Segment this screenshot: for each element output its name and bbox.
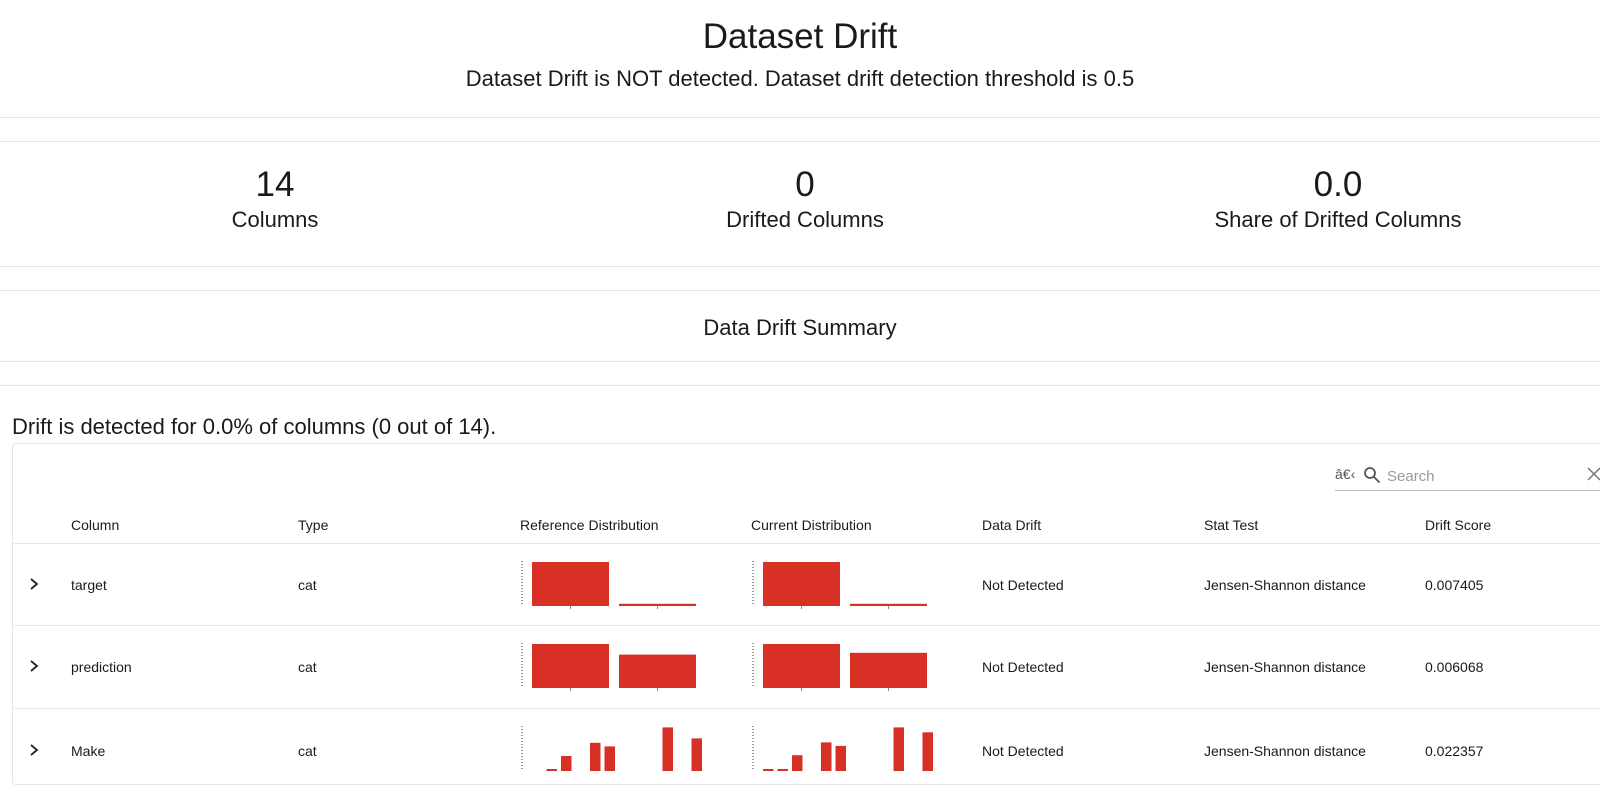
cell-drift-score: 0.007405 bbox=[1425, 577, 1484, 593]
distribution-bar bbox=[893, 727, 904, 771]
cell-stat-test: Jensen-Shannon distance bbox=[1204, 743, 1366, 759]
distribution-bar bbox=[662, 727, 673, 771]
metric-label: Share of Drifted Columns bbox=[1214, 207, 1462, 232]
cell-stat-test: Jensen-Shannon distance bbox=[1204, 659, 1366, 675]
metric-share-drifted: 0.0 Share of Drifted Columns bbox=[1068, 163, 1600, 235]
cell-data-drift: Not Detected bbox=[982, 577, 1064, 593]
metric-value: 0 bbox=[795, 165, 815, 204]
metric-value: 0.0 bbox=[1313, 165, 1363, 204]
chevron-right-icon[interactable] bbox=[27, 743, 41, 757]
divider bbox=[0, 290, 1600, 291]
distribution-bar bbox=[777, 769, 788, 771]
cell-column: Make bbox=[71, 743, 106, 759]
distribution-bar bbox=[532, 644, 609, 688]
cell-column: prediction bbox=[71, 659, 132, 675]
distribution-bar bbox=[691, 738, 702, 771]
cell-type: cat bbox=[298, 659, 317, 675]
distribution-bar bbox=[763, 769, 774, 771]
page-title: Dataset Drift bbox=[702, 17, 898, 56]
divider bbox=[13, 625, 1600, 626]
column-header-current-distribution[interactable]: Current Distribution bbox=[751, 516, 872, 534]
column-header-drift-score[interactable]: Drift Score bbox=[1425, 516, 1491, 534]
column-header-reference-distribution[interactable]: Reference Distribution bbox=[520, 516, 659, 534]
cell-type: cat bbox=[298, 577, 317, 593]
current-distribution-chart bbox=[752, 561, 927, 609]
cell-column: target bbox=[71, 577, 107, 593]
search-icon bbox=[1364, 467, 1380, 483]
cell-data-drift: Not Detected bbox=[982, 743, 1064, 759]
distribution-bar bbox=[561, 756, 572, 771]
distribution-bar bbox=[922, 732, 933, 771]
column-header-column[interactable]: Column bbox=[71, 516, 119, 534]
cell-stat-test: Jensen-Shannon distance bbox=[1204, 577, 1366, 593]
divider bbox=[0, 141, 1600, 142]
divider bbox=[0, 117, 1600, 118]
current-distribution-chart bbox=[752, 643, 927, 691]
distribution-bar bbox=[546, 769, 557, 771]
distribution-bar bbox=[604, 746, 615, 771]
search-box[interactable]: â€‹ bbox=[1335, 462, 1600, 491]
distribution-bar bbox=[763, 644, 840, 688]
column-header-data-drift[interactable]: Data Drift bbox=[982, 516, 1041, 534]
divider bbox=[13, 543, 1600, 544]
summary-title: Data Drift Summary bbox=[703, 315, 897, 340]
drift-detected-text: Drift is detected for 0.0% of columns (0… bbox=[12, 414, 497, 439]
metric-label: Drifted Columns bbox=[726, 207, 884, 232]
cell-drift-score: 0.022357 bbox=[1425, 743, 1484, 759]
reference-distribution-chart bbox=[521, 561, 696, 609]
metric-columns: 14 Columns bbox=[5, 163, 545, 235]
distribution-bar bbox=[763, 562, 840, 606]
search-input[interactable] bbox=[1385, 464, 1579, 488]
metric-label: Columns bbox=[231, 207, 319, 232]
metric-drifted-columns: 0 Drifted Columns bbox=[535, 163, 1075, 235]
divider bbox=[0, 361, 1600, 362]
distribution-bar bbox=[619, 603, 696, 606]
divider bbox=[0, 266, 1600, 267]
distribution-bar bbox=[792, 755, 803, 771]
distribution-bar bbox=[532, 562, 609, 606]
drift-status-subtitle: Dataset Drift is NOT detected. Dataset d… bbox=[465, 66, 1135, 91]
distribution-bar bbox=[835, 745, 846, 771]
close-icon[interactable] bbox=[1587, 467, 1600, 481]
divider bbox=[13, 708, 1600, 709]
column-header-stat-test[interactable]: Stat Test bbox=[1204, 516, 1258, 534]
distribution-bar bbox=[850, 603, 927, 606]
cell-drift-score: 0.006068 bbox=[1425, 659, 1484, 675]
chevron-right-icon[interactable] bbox=[27, 659, 41, 673]
distribution-bar bbox=[619, 654, 696, 688]
distribution-bar bbox=[850, 652, 927, 688]
cell-type: cat bbox=[298, 743, 317, 759]
reference-distribution-chart bbox=[521, 643, 696, 691]
cell-data-drift: Not Detected bbox=[982, 659, 1064, 675]
metric-value: 14 bbox=[255, 165, 295, 204]
divider bbox=[0, 385, 1600, 386]
search-prefix-text: â€‹ bbox=[1335, 466, 1356, 482]
column-header-type[interactable]: Type bbox=[298, 516, 328, 534]
chevron-right-icon[interactable] bbox=[27, 577, 41, 591]
